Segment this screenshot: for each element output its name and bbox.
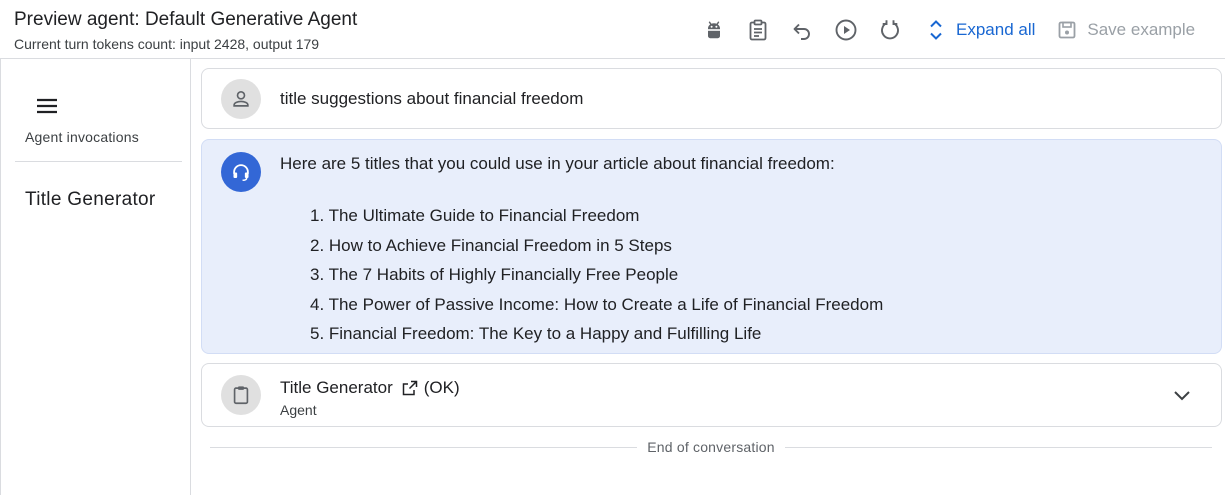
person-icon bbox=[233, 91, 249, 107]
agent-invocation-card[interactable]: Title Generator (OK) Agent bbox=[201, 363, 1222, 427]
sidebar-section-label: Agent invocations bbox=[25, 129, 139, 145]
expand-all-label: Expand all bbox=[956, 20, 1036, 39]
sidebar: Agent invocations Title Generator bbox=[0, 59, 191, 495]
menu-icon[interactable] bbox=[34, 93, 60, 119]
toolbar: Expand all Save example bbox=[700, 14, 1195, 46]
header: Preview agent: Default Generative Agent … bbox=[0, 0, 1225, 59]
clipboard-icon[interactable] bbox=[744, 16, 772, 44]
list-item: 3. The 7 Habits of Highly Financially Fr… bbox=[310, 265, 679, 284]
list-item: 4. The Power of Passive Income: How to C… bbox=[310, 294, 884, 314]
invocation-title: Title Generator (OK) bbox=[280, 378, 460, 398]
end-of-conversation-label: End of conversation bbox=[647, 439, 775, 455]
divider bbox=[15, 161, 182, 162]
title-list: 1. The Ultimate Guide to Financial Freed… bbox=[310, 201, 883, 349]
divider bbox=[784, 446, 1213, 448]
clipboard-icon bbox=[233, 386, 249, 405]
chevron-down-icon[interactable] bbox=[1169, 382, 1195, 408]
token-count: Current turn tokens count: input 2428, o… bbox=[14, 36, 320, 52]
sidebar-item-title-generator[interactable]: Title Generator bbox=[25, 189, 156, 211]
list-item: 5. Financial Freedom: The Key to a Happy… bbox=[310, 324, 762, 343]
agent-message: Here are 5 titles that you could use in … bbox=[201, 139, 1222, 354]
expand-all-button[interactable]: Expand all bbox=[926, 18, 1035, 42]
end-of-conversation: End of conversation bbox=[210, 437, 1213, 457]
user-message: title suggestions about financial freedo… bbox=[201, 68, 1222, 129]
headset-icon bbox=[233, 164, 249, 181]
reset-icon[interactable] bbox=[876, 16, 904, 44]
page-title: Preview agent: Default Generative Agent bbox=[14, 9, 358, 30]
save-example-button[interactable]: Save example bbox=[1057, 20, 1195, 40]
user-message-text: title suggestions about financial freedo… bbox=[280, 89, 584, 108]
play-icon[interactable] bbox=[832, 16, 860, 44]
invocation-status: (OK) bbox=[423, 378, 460, 397]
list-item: 2. How to Achieve Financial Freedom in 5… bbox=[310, 235, 672, 255]
invocation-type: Agent bbox=[280, 402, 317, 418]
invocation-avatar bbox=[221, 375, 261, 415]
agent-message-intro: Here are 5 titles that you could use in … bbox=[280, 154, 835, 173]
list-item: 1. The Ultimate Guide to Financial Freed… bbox=[310, 206, 640, 225]
android-icon[interactable] bbox=[700, 16, 728, 44]
save-example-label: Save example bbox=[1087, 20, 1196, 39]
divider bbox=[210, 446, 638, 448]
save-icon bbox=[1058, 21, 1076, 39]
agent-avatar bbox=[221, 152, 261, 192]
user-avatar bbox=[221, 79, 261, 119]
open-in-new-icon[interactable] bbox=[401, 379, 419, 397]
unfold-icon bbox=[930, 20, 942, 40]
undo-icon[interactable] bbox=[788, 16, 816, 44]
invocation-name: Title Generator bbox=[280, 378, 393, 397]
